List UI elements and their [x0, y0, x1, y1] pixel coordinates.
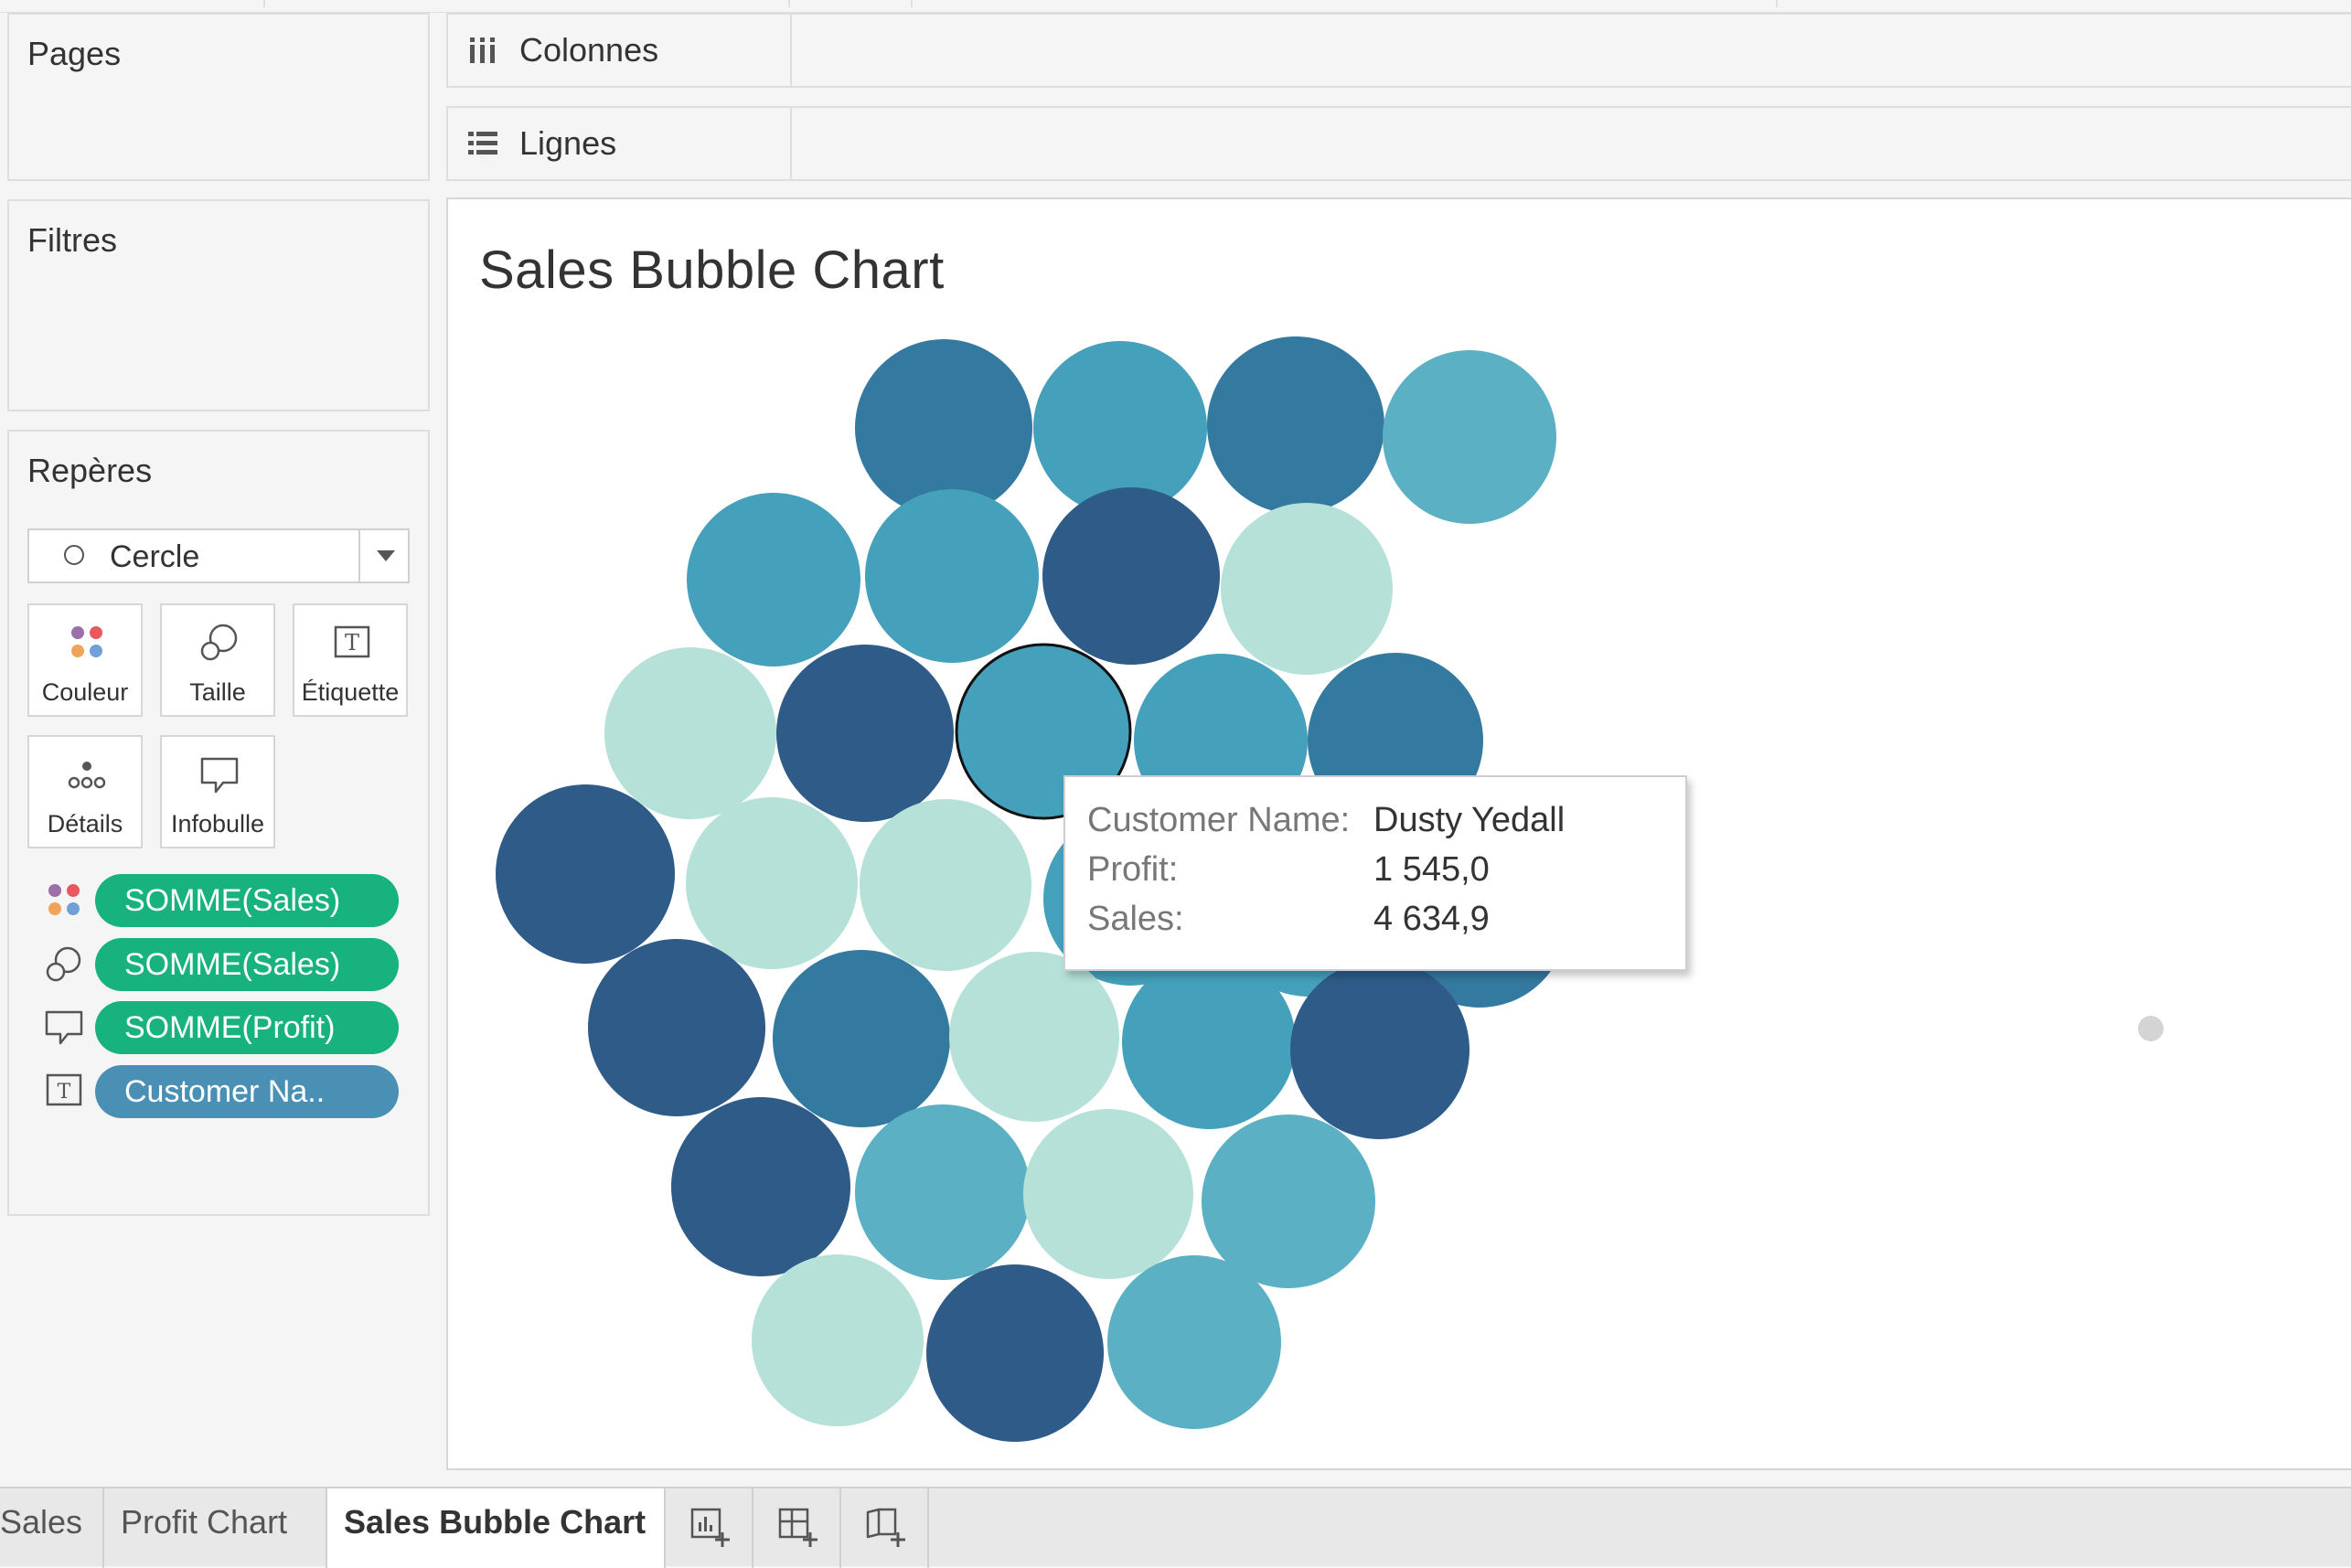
size-circles-icon: [200, 624, 238, 661]
size-circles-icon: [46, 946, 81, 982]
rows-shelf-label: Lignes: [519, 124, 617, 162]
bubble-mark[interactable]: [604, 647, 776, 819]
bubble-mark[interactable]: [1383, 350, 1556, 524]
new-story-icon: [866, 1508, 905, 1547]
tooltip-key: Customer Name:: [1087, 801, 1351, 839]
bubble-mark[interactable]: [949, 952, 1119, 1122]
columns-shelf[interactable]: Colonnes: [446, 13, 2351, 88]
bubble-mark[interactable]: [776, 645, 954, 822]
bubble-mark[interactable]: [1207, 336, 1384, 514]
bubble-mark[interactable]: [1290, 960, 1469, 1139]
tab-profit-chart[interactable]: Profit Chart: [104, 1488, 327, 1568]
pages-card[interactable]: Pages: [7, 13, 430, 181]
bubble-mark[interactable]: [752, 1254, 924, 1426]
bubble-mark[interactable]: [1023, 1109, 1193, 1279]
label-button[interactable]: T Étiquette: [293, 603, 408, 717]
bubble-mark[interactable]: [926, 1264, 1104, 1442]
color-button[interactable]: Couleur: [27, 603, 143, 717]
strip-divider: [788, 0, 790, 7]
columns-shelf-header: Colonnes: [448, 15, 792, 86]
tooltip-value: 1 545,0: [1373, 850, 1490, 889]
new-worksheet-button[interactable]: [666, 1488, 753, 1568]
sheet-tab-bar: Sales Profit Chart Sales Bubble Chart: [0, 1487, 2351, 1568]
mark-tooltip: Customer Name: Dusty Yedall Profit: 1 54…: [1063, 775, 1687, 971]
color-dots-icon: [71, 626, 102, 657]
tooltip-value: Dusty Yedall: [1373, 801, 1566, 839]
bubble-mark[interactable]: [687, 493, 860, 667]
bubble-mark[interactable]: [671, 1097, 850, 1276]
new-worksheet-icon: [690, 1508, 730, 1547]
bubble-mark[interactable]: [773, 950, 950, 1127]
strip-divider: [1776, 0, 1778, 7]
svg-text:T: T: [58, 1081, 71, 1104]
pages-title: Pages: [27, 35, 122, 72]
tooltip-field-pill[interactable]: SOMME(Profit): [95, 1001, 399, 1054]
size-field-pill[interactable]: SOMME(Sales): [95, 938, 399, 991]
bubble-mark[interactable]: [1221, 503, 1393, 675]
bubble-mark[interactable]: [855, 1104, 1031, 1280]
top-strip: [0, 0, 2351, 13]
rows-shelf[interactable]: Lignes: [446, 106, 2351, 181]
tab-label: Sales: [0, 1503, 83, 1541]
bubble-mark[interactable]: [865, 489, 1039, 663]
new-dashboard-button[interactable]: [753, 1488, 841, 1568]
color-dots-icon: [48, 884, 80, 915]
new-story-button[interactable]: [841, 1488, 929, 1568]
svg-text:T: T: [345, 630, 359, 656]
filters-card[interactable]: Filtres: [7, 199, 430, 411]
label-button-label: Étiquette: [301, 678, 400, 706]
detail-dots-icon: [68, 762, 106, 789]
bubble-mark[interactable]: [1107, 1255, 1281, 1429]
mark-type-label: Cercle: [110, 539, 200, 574]
color-field-pill[interactable]: SOMME(Sales): [95, 874, 399, 927]
tab-label: Profit Chart: [121, 1503, 288, 1541]
tooltip-button-label: Infobulle: [170, 810, 265, 837]
new-dashboard-icon: [778, 1508, 818, 1547]
size-button[interactable]: Taille: [160, 603, 275, 717]
tooltip-button[interactable]: Infobulle: [160, 735, 275, 848]
tooltip-bubble-icon: [45, 1010, 83, 1045]
label-field-pill[interactable]: Customer Na..: [95, 1065, 399, 1118]
tooltip-value: 4 634,9: [1373, 900, 1490, 938]
text-label-icon: T: [46, 1073, 82, 1106]
strip-divider: [263, 0, 265, 7]
detail-button-label: Détails: [47, 810, 123, 837]
bubble-mark[interactable]: [860, 799, 1031, 971]
strip-divider: [911, 0, 913, 7]
rows-icon: [468, 132, 497, 155]
text-label-icon: T: [334, 625, 370, 658]
tab-sales[interactable]: Sales: [0, 1488, 104, 1568]
marks-title: Repères: [27, 452, 153, 489]
chevron-down-icon[interactable]: [377, 550, 395, 561]
bubble-mark[interactable]: [1122, 955, 1296, 1129]
dropdown-divider: [358, 530, 360, 581]
circle-mark-icon: [64, 545, 84, 565]
tooltip-key: Profit:: [1087, 850, 1179, 889]
columns-shelf-label: Colonnes: [519, 31, 659, 69]
bubble-mark[interactable]: [1042, 487, 1220, 665]
tab-label: Sales Bubble Chart: [344, 1503, 647, 1541]
tab-sales-bubble-chart[interactable]: Sales Bubble Chart: [326, 1488, 666, 1568]
size-button-label: Taille: [189, 678, 246, 706]
bubble-mark[interactable]: [588, 939, 765, 1116]
filters-title: Filtres: [27, 221, 117, 259]
mark-type-dropdown[interactable]: Cercle: [27, 528, 410, 583]
bubble-mark[interactable]: [496, 784, 675, 964]
scroll-indicator[interactable]: [2138, 1016, 2164, 1041]
tooltip-key: Sales:: [1087, 900, 1184, 938]
bubble-mark[interactable]: [686, 797, 858, 969]
tooltip-bubble-icon: [200, 757, 239, 794]
rows-shelf-header: Lignes: [448, 108, 792, 179]
detail-button[interactable]: Détails: [27, 735, 143, 848]
columns-icon: [470, 37, 495, 63]
color-button-label: Couleur: [41, 678, 129, 706]
